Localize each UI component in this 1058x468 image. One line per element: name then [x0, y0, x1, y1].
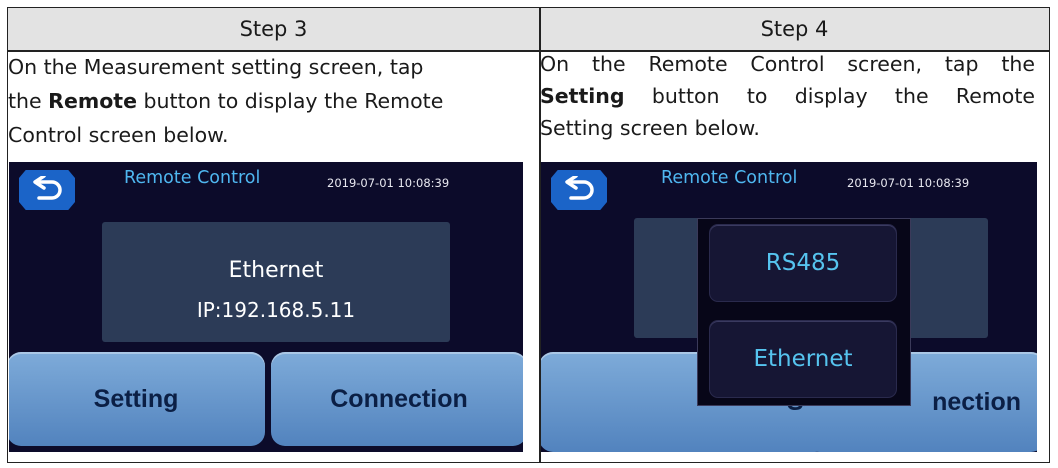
step3-remote-bold: Remote: [48, 89, 138, 113]
step4-line2-post: button to display the Remote: [624, 84, 1035, 108]
screen-title: Remote Control: [661, 168, 798, 188]
step4-setting-bold: Setting: [540, 84, 625, 108]
step3-remote-control-screen: Remote Control 2019-07-01 10:08:39 Ether…: [9, 162, 523, 452]
step4-line1: On the Remote Control screen, tap the: [540, 52, 1035, 76]
step3-instructions: On the Measurement setting screen, tap t…: [8, 50, 523, 152]
connection-button-label: nection: [932, 387, 1021, 416]
back-arrow-icon: [565, 176, 594, 200]
rs485-option[interactable]: RS485: [710, 225, 896, 301]
step4-remote-control-screen: Remote Control 2019-07-01 10:08:39 Setti…: [541, 162, 1037, 452]
screen-datetime: 2019-07-01 10:08:39: [327, 176, 450, 190]
step3-header: Step 3: [8, 8, 539, 50]
back-button[interactable]: [551, 170, 607, 210]
back-arrow-icon: [33, 176, 62, 200]
connection-type: Ethernet: [228, 258, 324, 283]
connection-info-panel: Ethernet IP:192.168.5.11: [102, 222, 450, 342]
step4-line2: Setting button to display the Remote: [540, 80, 1035, 112]
step4-line3: Setting screen below.: [540, 116, 760, 140]
ip-address: IP:192.168.5.11: [196, 298, 356, 322]
step4-instructions: On the Remote Control screen, tap the Se…: [540, 48, 1035, 144]
step3-line2-pre: the: [8, 89, 49, 113]
setting-button[interactable]: Setting: [9, 352, 265, 446]
step4-header: Step 4: [540, 8, 1049, 50]
screen-title: Remote Control: [124, 168, 261, 188]
step3-line3: Control screen below.: [8, 123, 229, 147]
ethernet-option[interactable]: Ethernet: [710, 321, 896, 397]
connection-button[interactable]: Connection: [271, 352, 523, 446]
back-button[interactable]: [19, 170, 75, 210]
remote-setting-popup: RS485 Ethernet: [697, 218, 911, 406]
step3-line1: On the Measurement setting screen, tap: [8, 55, 424, 79]
step3-line2-post: button to display the Remote: [137, 89, 444, 113]
screen-datetime: 2019-07-01 10:08:39: [847, 176, 970, 190]
